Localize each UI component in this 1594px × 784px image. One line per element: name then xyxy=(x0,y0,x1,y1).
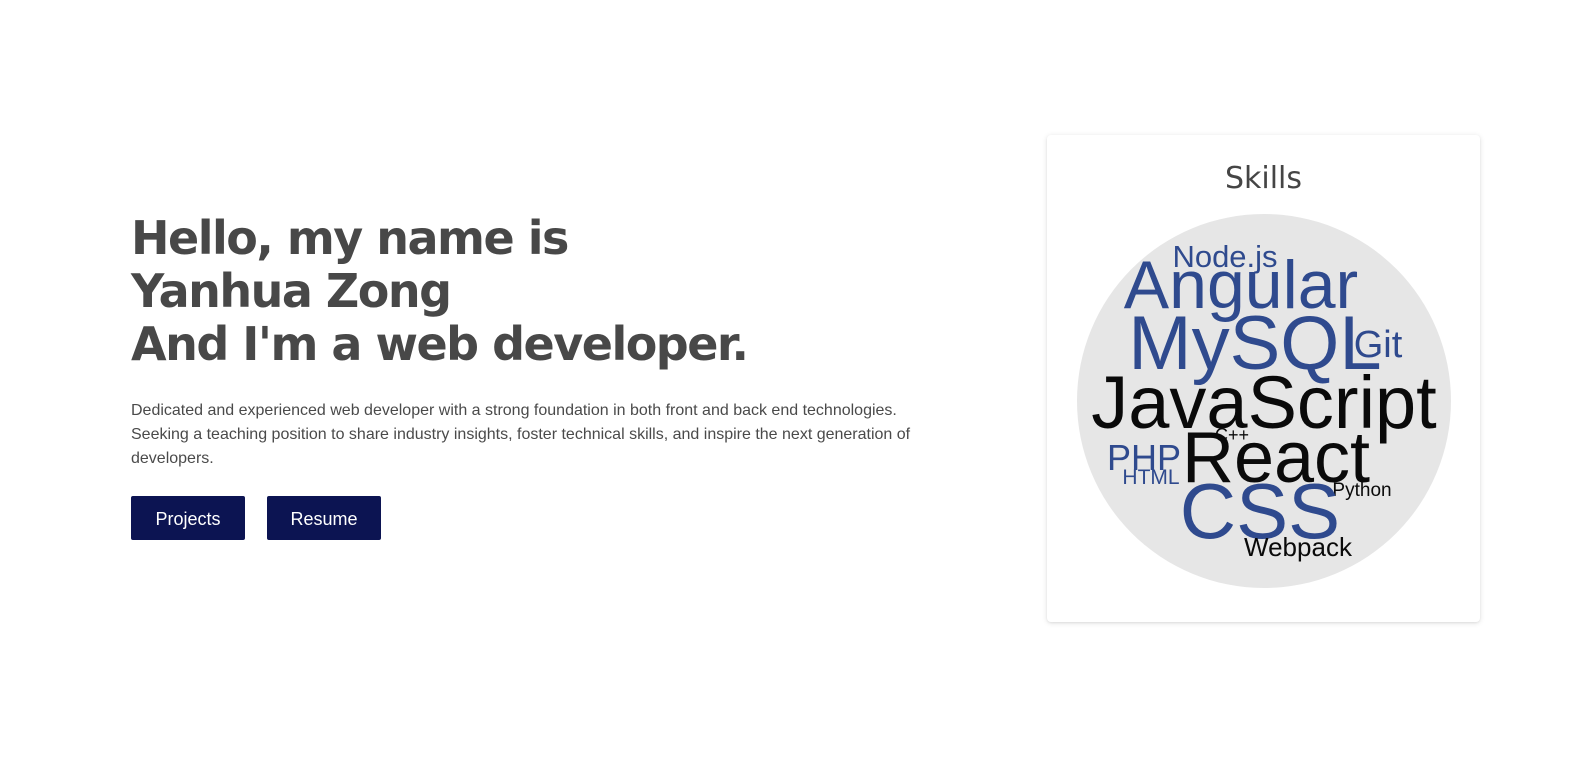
headline-line-role: And I'm a web developer. xyxy=(131,317,749,371)
intro-text: Dedicated and experienced web developer … xyxy=(131,402,911,467)
headline-line-name: Yanhua Zong xyxy=(131,264,452,318)
projects-button[interactable]: Projects xyxy=(131,496,245,540)
resume-button[interactable]: Resume xyxy=(267,496,381,540)
headline: Hello, my name is Yanhua Zong And I'm a … xyxy=(131,212,921,371)
word-cloud-graphic: Node.js Angular MySQL Git JavaScript C++… xyxy=(1077,214,1451,588)
skill-word-git: Git xyxy=(1354,324,1403,366)
hero-actions: Projects Resume xyxy=(131,496,921,540)
skills-card: Skills Node.js Angular MySQL Git JavaScr… xyxy=(1047,135,1480,622)
skill-word-python: Python xyxy=(1332,480,1391,501)
skill-word-webpack: Webpack xyxy=(1244,532,1353,562)
skills-word-cloud: Node.js Angular MySQL Git JavaScript C++… xyxy=(1077,214,1451,588)
headline-line-greeting: Hello, my name is xyxy=(131,211,569,265)
skills-title: Skills xyxy=(1224,161,1303,196)
skill-word-html: HTML xyxy=(1122,466,1179,489)
hero-section: Hello, my name is Yanhua Zong And I'm a … xyxy=(131,212,921,540)
